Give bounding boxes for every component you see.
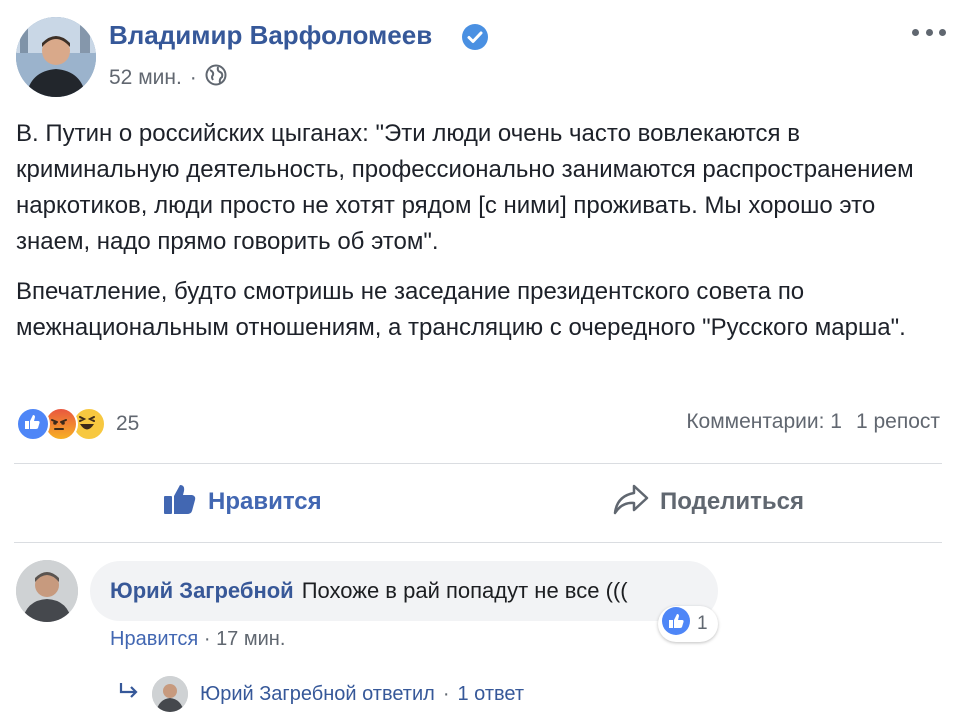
share-button[interactable]: Поделиться xyxy=(612,478,804,526)
reply-count: 1 ответ xyxy=(457,682,525,705)
post-paragraph: Впечатление, будто смотришь не заседание… xyxy=(16,278,906,341)
post-paragraph: В. Путин о российских цыганах: "Эти люди… xyxy=(16,120,914,255)
author-avatar[interactable] xyxy=(16,17,96,97)
globe-icon[interactable] xyxy=(205,64,227,92)
verified-badge-icon xyxy=(462,24,488,50)
share-arrow-icon xyxy=(612,482,650,523)
like-reaction-icon xyxy=(16,407,50,441)
comment-reaction-count: 1 xyxy=(697,613,708,634)
commenter-name[interactable]: Юрий Загребной xyxy=(110,578,294,604)
post-meta: 52 мин. · xyxy=(109,64,227,92)
reaction-count[interactable]: 25 xyxy=(116,412,139,436)
comment-like-link[interactable]: Нравится xyxy=(110,628,198,650)
commenter-avatar[interactable] xyxy=(16,560,78,622)
shares-count-link[interactable]: 1 репост xyxy=(856,410,940,434)
author-name[interactable]: Владимир Варфоломеев xyxy=(109,20,432,51)
thumbs-up-icon xyxy=(162,481,198,524)
meta-separator: · xyxy=(189,66,197,89)
comment-meta: Нравится · 17 мин. xyxy=(110,628,285,651)
share-button-label: Поделиться xyxy=(660,488,805,515)
reply-author-text: Юрий Загребной ответил xyxy=(200,682,435,705)
post-stats: Комментарии: 1 1 репост xyxy=(686,410,940,434)
comment-bubble: Юрий Загребной Похоже в рай попадут не в… xyxy=(90,561,718,621)
meta-separator: · xyxy=(203,628,211,650)
post-time[interactable]: 52 мин. xyxy=(109,66,182,90)
comment-text: Похоже в рай попадут не все ((( xyxy=(301,578,628,603)
reply-arrow-icon xyxy=(118,681,140,707)
like-reaction-icon xyxy=(661,606,691,642)
divider xyxy=(14,463,942,464)
more-options-icon[interactable] xyxy=(912,22,946,42)
like-button[interactable]: Нравится xyxy=(162,478,322,526)
comment-reactions[interactable]: 1 xyxy=(658,606,718,642)
comment-time[interactable]: 17 мин. xyxy=(216,628,285,650)
meta-separator: · xyxy=(442,682,450,705)
post-body: В. Путин о российских цыганах: "Эти люди… xyxy=(16,116,946,360)
divider xyxy=(14,542,942,543)
view-replies-link[interactable]: Юрий Загребной ответил · 1 ответ xyxy=(118,676,524,712)
like-button-label: Нравится xyxy=(208,488,322,515)
reactions-summary[interactable]: 25 xyxy=(16,407,139,441)
facebook-post: Владимир Варфоломеев 52 мин. · В. Путин … xyxy=(0,0,960,721)
replier-avatar xyxy=(152,676,188,712)
comments-count-link[interactable]: Комментарии: 1 xyxy=(686,410,842,434)
